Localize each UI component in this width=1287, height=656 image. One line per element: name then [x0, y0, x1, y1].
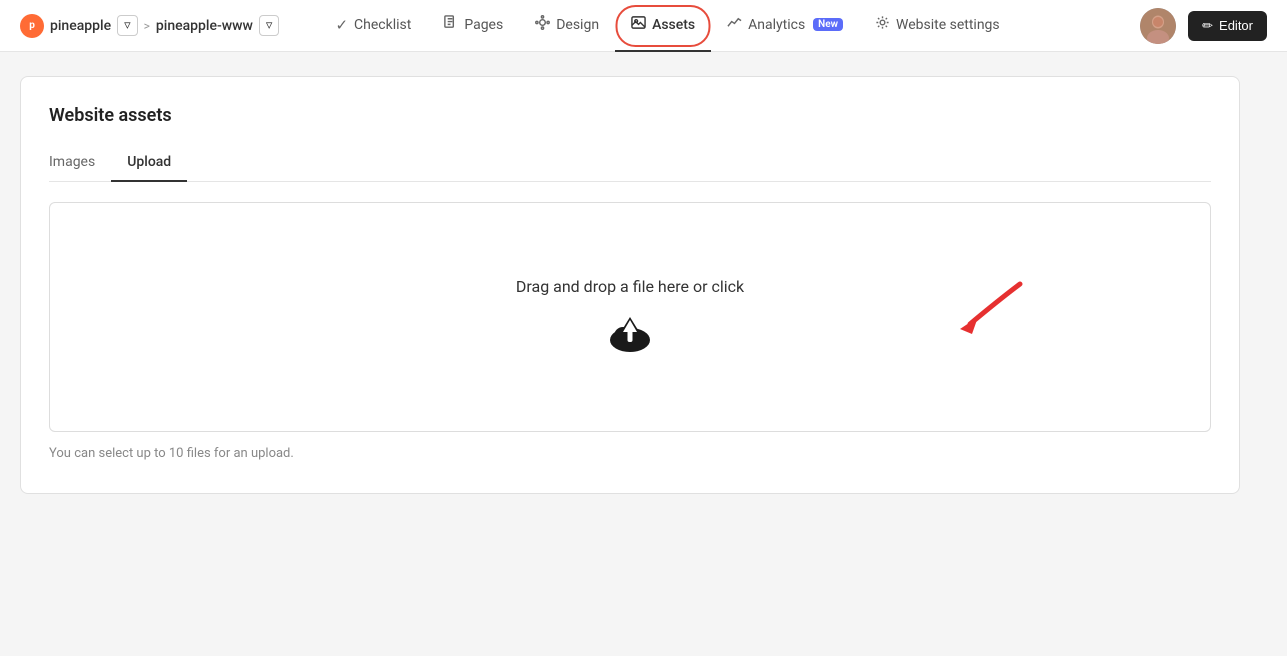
tab-label: Checklist [354, 17, 411, 33]
app-name: pineapple [50, 18, 111, 34]
user-avatar[interactable] [1140, 8, 1176, 44]
breadcrumb: p pineapple ▿ > pineapple-www ▿ [20, 14, 279, 38]
pencil-icon: ✏ [1202, 18, 1213, 34]
section-title: Website assets [49, 105, 1211, 126]
tab-website-settings[interactable]: Website settings [859, 0, 1016, 52]
new-badge: New [813, 18, 843, 31]
editor-button[interactable]: ✏ Editor [1188, 11, 1267, 41]
image-icon [631, 15, 646, 34]
app-selector[interactable]: ▿ [117, 15, 138, 36]
inner-tab-images[interactable]: Images [49, 146, 111, 182]
inner-tab-upload[interactable]: Upload [111, 146, 187, 182]
analytics-icon [727, 15, 742, 34]
app-logo: p [20, 14, 44, 38]
tab-analytics[interactable]: Analytics New [711, 0, 859, 52]
tab-label: Analytics [748, 17, 805, 33]
upload-drag-text: Drag and drop a file here or click [516, 277, 744, 296]
red-arrow-annotation [950, 279, 1030, 339]
tab-assets[interactable]: Assets [615, 0, 711, 52]
project-selector[interactable]: ▿ [259, 15, 280, 36]
upload-cloud-icon [603, 312, 657, 358]
settings-icon [875, 15, 890, 34]
upload-helper-text: You can select up to 10 files for an upl… [49, 446, 1211, 461]
project-name: pineapple-www [156, 18, 253, 34]
check-icon: ✓ [335, 16, 348, 34]
tab-label: Assets [652, 17, 695, 33]
tab-design[interactable]: Design [519, 0, 615, 52]
chevron-down-icon: ▿ [124, 18, 131, 33]
nav-tabs: ✓ Checklist Pages [319, 0, 1015, 51]
upload-dropzone[interactable]: Drag and drop a file here or click [49, 202, 1211, 432]
tab-checklist[interactable]: ✓ Checklist [319, 0, 427, 52]
tab-label: Pages [464, 17, 503, 33]
tab-label: Design [556, 17, 599, 33]
editor-button-label: Editor [1219, 18, 1253, 33]
design-icon [535, 15, 550, 34]
pages-icon [443, 15, 458, 34]
upload-icon-wrap [603, 312, 657, 358]
inner-tabs: Images Upload [49, 146, 1211, 182]
breadcrumb-separator: > [144, 19, 150, 33]
tab-pages[interactable]: Pages [427, 0, 519, 52]
tab-assets-wrapper: Assets [615, 0, 711, 52]
content-card: Website assets Images Upload Drag and dr… [20, 76, 1240, 494]
top-bar: p pineapple ▿ > pineapple-www ▿ ✓ Checkl… [0, 0, 1287, 52]
tab-label: Website settings [896, 17, 1000, 33]
main-content: Website assets Images Upload Drag and dr… [0, 52, 1287, 518]
chevron-down-icon: ▿ [266, 18, 273, 33]
